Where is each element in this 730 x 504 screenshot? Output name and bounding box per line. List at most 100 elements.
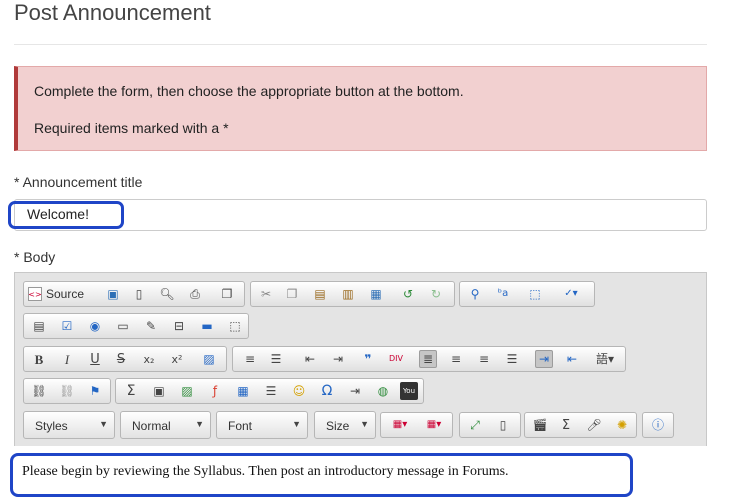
bold-icon[interactable]: B [30,350,48,368]
bulleted-list-icon[interactable]: ☰ [267,350,285,368]
iframe-icon[interactable]: ◍ [374,382,392,400]
source-icon: <> [28,287,42,301]
remove-format-icon[interactable]: ▨ [200,350,218,368]
flash-icon[interactable]: ƒ [206,382,224,400]
preview-icon[interactable]: 🔍︎ [158,285,176,303]
select-icon[interactable]: ⊟ [170,317,188,335]
align-center-icon[interactable]: ≡ [447,350,465,368]
justify-icon[interactable]: ☰ [503,350,521,368]
superscript-icon[interactable]: x² [168,350,186,368]
chevron-down-icon: ▼ [99,419,108,429]
youtube-icon[interactable]: You [400,382,418,400]
toolbar-group-paragraph: ≡ ☰ ⇤ ⇥ ❞ DIV ≣ ≡ ≡ ☰ ⇥ ⇤ 語▾ [232,346,626,372]
audio-icon[interactable]: 🎤︎ [585,416,603,434]
unlink-icon[interactable]: ⛓ [58,382,76,400]
language-icon[interactable]: 語▾ [591,350,619,368]
blockquote-icon[interactable]: ❞ [359,350,377,368]
toolbar-group-colors: ▦▾ ▦▾ [380,412,453,438]
chevron-down-icon: ▼ [360,419,369,429]
maximize-icon[interactable]: ⤢ [466,416,484,434]
table-icon[interactable]: ▦ [234,382,252,400]
toolbar-group-basicstyles: B I U S x₂ x² ▨ [23,346,227,372]
paste-word-icon[interactable]: ▦ [367,285,385,303]
numbered-list-icon[interactable]: ≡ [241,350,259,368]
templates-icon[interactable]: ❐ [218,285,236,303]
align-right-icon[interactable]: ≡ [475,350,493,368]
anchor-icon[interactable]: ⚑ [86,382,104,400]
find-icon[interactable]: ⚲ [466,285,484,303]
toolbar-group-forms: ▤ ☑ ◉ ▭ ✎ ⊟ ▬ ⬚ [23,313,249,339]
spellcheck-icon[interactable]: ✓▾ [556,285,586,303]
title-highlight [8,201,124,229]
smiley-icon[interactable]: ☺ [290,382,308,400]
toolbar-group-clipboard: ✂ ❐ ▤ ▥ ▦ ↺ ↻ [250,281,455,307]
title-divider [14,44,707,45]
size-combo-label: Size [326,419,350,433]
text-color-icon[interactable]: ▦▾ [385,416,415,434]
format-combo[interactable]: Normal ▼ [120,411,211,439]
select-all-icon[interactable]: ⬚ [526,285,544,303]
toolbar-group-insert: Σ ▣ ▨ ƒ ▦ ☰ ☺ Ω ⇥ ◍ You [115,378,424,404]
alert-line-1: Complete the form, then choose the appro… [34,83,464,99]
announcement-title-label: * Announcement title [14,174,143,190]
styles-combo-label: Styles [35,419,68,433]
about-icon[interactable]: ⓘ [649,416,667,434]
strike-icon[interactable]: S [112,350,130,368]
source-label: Source [46,287,85,301]
styles-combo[interactable]: Styles ▼ [23,411,115,439]
horizontal-rule-icon[interactable]: ☰ [262,382,280,400]
toolbar-group-about: ⓘ [642,412,674,438]
instructions-alert: Complete the form, then choose the appro… [14,66,707,151]
body-highlight [10,453,633,497]
body-label: * Body [14,249,56,265]
undo-icon[interactable]: ↺ [399,285,417,303]
paste-text-icon[interactable]: ▥ [339,285,357,303]
text-field-icon[interactable]: ▭ [114,317,132,335]
div-icon[interactable]: DIV [387,350,405,368]
show-blocks-icon[interactable]: ▯ [494,416,512,434]
save-icon[interactable]: ▣ [104,285,122,303]
math-icon[interactable]: Σ [122,382,140,400]
redo-icon[interactable]: ↻ [427,285,445,303]
toolbar-group-document: <> Source ▣ ▯ 🔍︎ ⎙ ❐ [23,281,245,307]
copy-icon[interactable]: ❐ [283,285,301,303]
toolbar-group-links: ⛓ ⛓ ⚑ [23,378,111,404]
table-color-icon[interactable]: ▦▾ [419,416,449,434]
widget-icon[interactable]: ✺ [613,416,631,434]
hidden-field-icon[interactable]: ⬚ [226,317,244,335]
subscript-icon[interactable]: x₂ [140,350,158,368]
media-icon[interactable]: ▣ [150,382,168,400]
print-icon[interactable]: ⎙ [186,285,204,303]
replace-icon[interactable]: ᵇa [494,285,512,303]
page-title: Post Announcement [14,0,211,25]
image-icon[interactable]: ▨ [178,382,196,400]
new-page-icon[interactable]: ▯ [130,285,148,303]
link-icon[interactable]: ⛓ [30,382,48,400]
source-button[interactable]: <> Source [28,285,84,303]
page-break-icon[interactable]: ⇥ [346,382,364,400]
italic-icon[interactable]: I [58,350,76,368]
align-left-icon[interactable]: ≣ [419,350,437,368]
paste-icon[interactable]: ▤ [311,285,329,303]
movie-icon[interactable]: 🎬︎ [531,416,549,434]
form-icon[interactable]: ▤ [30,317,48,335]
checkbox-icon[interactable]: ☑ [58,317,76,335]
equation-icon[interactable]: Σ [557,416,575,434]
chevron-down-icon: ▼ [195,419,204,429]
textarea-icon[interactable]: ✎ [142,317,160,335]
indent-icon[interactable]: ⇥ [329,350,347,368]
alert-line-2: Required items marked with a * [34,120,229,136]
button-icon[interactable]: ▬ [198,317,216,335]
font-combo-label: Font [228,419,253,433]
cut-icon[interactable]: ✂ [257,285,275,303]
size-combo[interactable]: Size ▼ [314,411,376,439]
toolbar-group-extras: 🎬︎ Σ 🎤︎ ✺ [524,412,637,438]
rtl-icon[interactable]: ⇤ [563,350,581,368]
radio-icon[interactable]: ◉ [86,317,104,335]
outdent-icon[interactable]: ⇤ [301,350,319,368]
underline-icon[interactable]: U [86,350,104,368]
font-combo[interactable]: Font ▼ [216,411,308,439]
ltr-icon[interactable]: ⇥ [535,350,553,368]
special-char-icon[interactable]: Ω [318,382,336,400]
toolbar-group-tools: ⤢ ▯ [459,412,521,438]
